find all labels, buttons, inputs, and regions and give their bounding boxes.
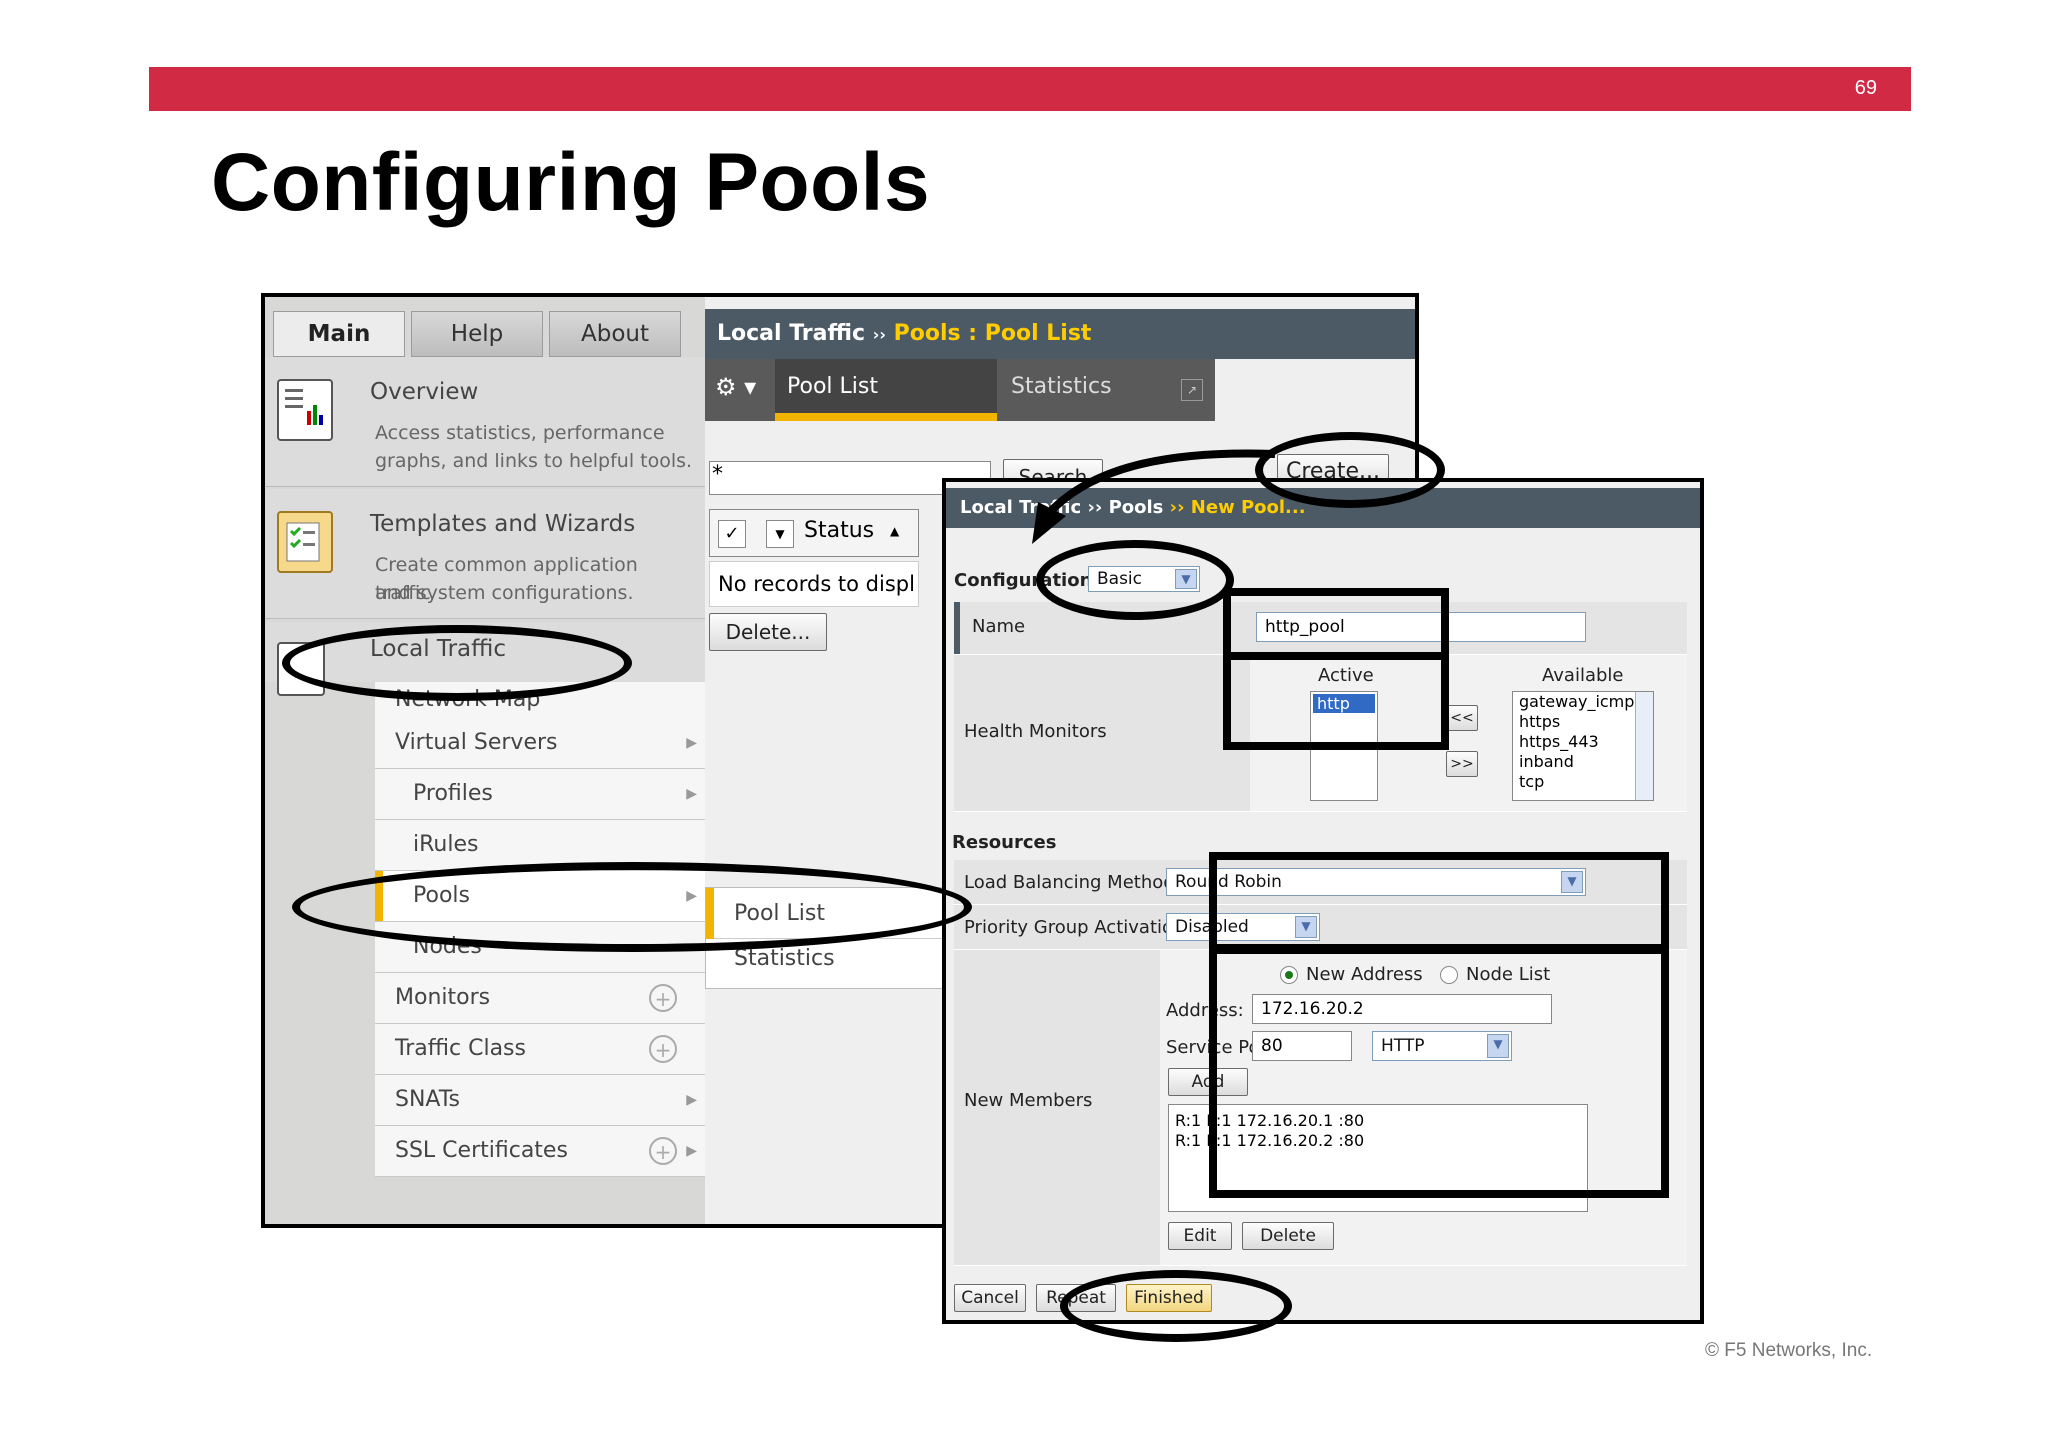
empty-table-message: No records to displ <box>709 561 919 607</box>
cancel-button[interactable]: Cancel <box>954 1284 1026 1312</box>
breadcrumb-pool-list: Pools : Pool List <box>893 321 1092 346</box>
create-flow-arrow <box>1032 449 1276 544</box>
pool-table-header: ✓ ▼ Status ▲ <box>709 509 919 557</box>
nav-snats[interactable]: SNATs ▶ <box>375 1075 705 1126</box>
overview-title: Overview <box>370 379 479 405</box>
slide-title: Configuring Pools <box>211 137 931 228</box>
templates-desc-2: and system configurations. <box>375 582 634 604</box>
delete-member-button[interactable]: Delete <box>1242 1222 1334 1250</box>
available-monitor-item[interactable]: inband <box>1519 752 1653 772</box>
overview-desc-2: graphs, and links to helpful tools. <box>375 450 693 472</box>
pool-subtabs: ⚙ ▾ Pool List Statistics ↗ <box>705 359 1215 421</box>
move-left-button[interactable]: << <box>1446 705 1478 731</box>
chevron-right-icon: ▶ <box>686 1143 697 1159</box>
delete-button[interactable]: Delete... <box>709 613 827 651</box>
new-members-label: New Members <box>964 1090 1093 1111</box>
tab-about[interactable]: About <box>549 311 681 357</box>
status-column-header[interactable]: Status <box>804 518 874 543</box>
available-monitor-item[interactable]: https <box>1519 712 1653 732</box>
status-filter-dropdown[interactable]: ▼ <box>766 520 794 548</box>
nav-ssl-certificates[interactable]: SSL Certificates + ▶ <box>375 1126 705 1177</box>
resources-label: Resources <box>952 832 1057 853</box>
breadcrumb-local-traffic[interactable]: Local Traffic <box>717 321 865 346</box>
nav-monitors[interactable]: Monitors + <box>375 973 705 1024</box>
highlight-health-monitors <box>1223 652 1449 750</box>
available-monitor-item[interactable]: https_443 <box>1519 732 1653 752</box>
chevron-right-icon: ▶ <box>686 735 697 751</box>
chevron-right-icon: ▶ <box>686 786 697 802</box>
templates-title: Templates and Wizards <box>370 511 636 537</box>
plus-circle-icon[interactable]: + <box>649 1137 677 1165</box>
sort-ascending-icon[interactable]: ▲ <box>890 524 899 538</box>
highlight-name <box>1223 588 1449 660</box>
overview-desc-1: Access statistics, performance <box>375 422 665 444</box>
tab-pool-list[interactable]: Pool List <box>775 359 997 421</box>
breadcrumb-separator: ›› <box>872 325 886 344</box>
highlight-new-members <box>1209 946 1669 1198</box>
select-all-checkbox[interactable]: ✓ <box>718 520 746 548</box>
copyright: © F5 Networks, Inc. <box>1705 1340 1873 1361</box>
overview-report-icon <box>277 379 333 441</box>
breadcrumb: Local Traffic ›› Pools : Pool List <box>705 309 1415 359</box>
plus-circle-icon[interactable]: + <box>649 984 677 1012</box>
title-banner: 69 <box>149 67 1911 111</box>
available-label: Available <box>1542 665 1624 686</box>
available-monitor-item[interactable]: gateway_icmp <box>1519 692 1653 712</box>
highlight-load-balancing <box>1209 852 1669 952</box>
clipboard-icon <box>277 511 333 573</box>
lb-method-label: Load Balancing Method <box>964 872 1175 893</box>
nav-traffic-class[interactable]: Traffic Class + <box>375 1024 705 1075</box>
gear-icon[interactable]: ⚙ ▾ <box>715 373 756 401</box>
move-right-button[interactable]: >> <box>1446 751 1478 777</box>
tab-main[interactable]: Main <box>273 311 405 357</box>
page-number: 69 <box>1854 77 1877 99</box>
overview-section[interactable]: Overview Access statistics, performance … <box>265 357 705 487</box>
list-scrollbar[interactable] <box>1635 692 1653 800</box>
chevron-right-icon: ▶ <box>686 1092 697 1108</box>
nav-virtual-servers[interactable]: Virtual Servers ▶ <box>375 718 705 769</box>
plus-circle-icon[interactable]: + <box>649 1035 677 1063</box>
left-navigation-pane: Main Help About Overview Access statisti… <box>265 297 705 1224</box>
highlight-local-traffic <box>282 625 632 701</box>
templates-section[interactable]: Templates and Wizards Create common appl… <box>265 489 705 619</box>
highlight-pools <box>292 862 972 952</box>
highlight-finished <box>1060 1270 1292 1342</box>
priority-group-label: Priority Group Activation <box>964 917 1185 938</box>
available-monitor-item[interactable]: tcp <box>1519 772 1653 792</box>
edit-member-button[interactable]: Edit <box>1168 1222 1232 1250</box>
health-monitors-label: Health Monitors <box>964 721 1107 742</box>
name-label: Name <box>972 616 1026 637</box>
tab-help[interactable]: Help <box>411 311 543 357</box>
popout-icon[interactable]: ↗ <box>1181 379 1203 401</box>
nav-profiles[interactable]: Profiles ▶ <box>375 769 705 820</box>
required-indicator <box>954 602 960 654</box>
highlight-configuration <box>1036 540 1234 620</box>
available-monitors-list[interactable]: gateway_icmp https https_443 inband tcp <box>1512 691 1654 801</box>
